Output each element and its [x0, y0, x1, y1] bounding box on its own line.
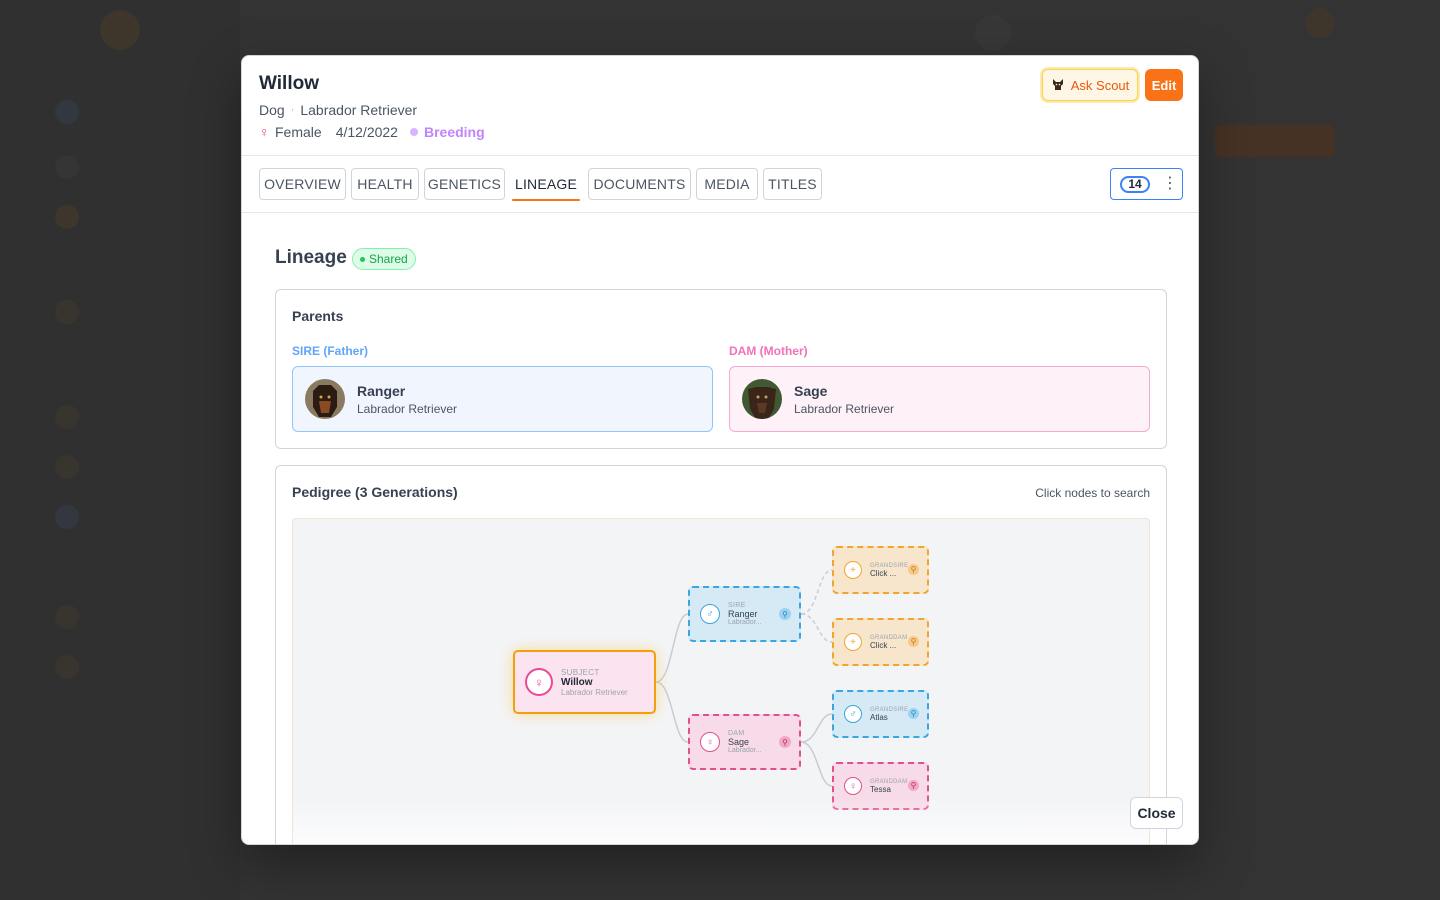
tabs-bar: OVERVIEW HEALTH GENETICS LINEAGE DOCUMEN… — [242, 156, 1198, 213]
pedigree-node-grandsire-unknown[interactable]: + GRANDSIRE Click ... ⚲ — [832, 546, 929, 594]
status-label: Breeding — [423, 124, 485, 140]
pedigree-node-granddam-unknown[interactable]: + GRANDDAM Click ... ⚲ — [832, 618, 929, 666]
dog-photo-icon — [742, 379, 782, 419]
edit-button[interactable]: Edit — [1145, 69, 1183, 101]
parents-title: Parents — [292, 308, 344, 324]
dam-card[interactable]: Sage Labrador Retriever — [729, 366, 1150, 432]
count-badge: 14 — [1120, 175, 1150, 193]
pet-birth-date: 4/12/2022 — [335, 124, 398, 140]
dam-name: Sage — [794, 382, 828, 399]
node-name: Willow — [561, 676, 593, 688]
pedigree-hint: Click nodes to search — [1035, 486, 1150, 500]
tab-documents[interactable]: DOCUMENTS — [588, 168, 691, 200]
pet-species: Dog — [259, 102, 285, 118]
dam-breed: Labrador Retriever — [794, 401, 895, 416]
node-name: Tessa — [870, 784, 891, 794]
ask-scout-button[interactable]: Ask Scout — [1042, 69, 1138, 101]
pedigree-node-dam[interactable]: ♀ DAM Sage Labrador... ⚲ — [688, 714, 801, 770]
shared-label: Shared — [369, 252, 408, 266]
male-icon: ♂ — [700, 604, 720, 624]
pet-species-breed: Dog · Labrador Retriever — [259, 102, 417, 118]
pet-detail-modal: Willow Dog · Labrador Retriever ♀ Female… — [241, 55, 1199, 845]
tab-media[interactable]: MEDIA — [696, 168, 758, 200]
shared-badge: Shared — [352, 248, 416, 270]
meta-separator-icon: · — [290, 104, 295, 116]
node-name: Ranger — [728, 609, 758, 619]
node-name: Atlas — [870, 712, 888, 722]
add-icon: + — [844, 633, 862, 651]
dog-icon — [1052, 79, 1063, 90]
female-icon: ♀ — [700, 732, 720, 752]
pedigree-node-grandsire-atlas[interactable]: ♂ GRANDSIRE Atlas ⚲ — [832, 690, 929, 738]
tab-health[interactable]: HEALTH — [351, 168, 419, 200]
tab-titles[interactable]: TITLES — [763, 168, 822, 200]
shared-dot-icon — [360, 256, 365, 262]
male-icon: ♂ — [844, 705, 862, 723]
node-breed: Labrador... — [728, 619, 762, 626]
dog-photo-icon — [305, 379, 345, 419]
tab-overview[interactable]: OVERVIEW — [259, 168, 346, 200]
node-label: GRANDSIRE — [870, 706, 909, 713]
search-icon[interactable]: ⚲ — [908, 708, 919, 719]
node-label: SUBJECT — [561, 667, 600, 677]
pedigree-node-sire[interactable]: ♂ SIRE Ranger Labrador... ⚲ — [688, 586, 801, 642]
sire-name: Ranger — [357, 382, 406, 399]
node-label: GRANDDAM — [870, 634, 908, 641]
node-name: Click ... — [870, 640, 897, 650]
pedigree-card: Pedigree (3 Generations) Click nodes to … — [275, 465, 1167, 844]
node-label: GRANDDAM — [870, 778, 908, 785]
status-badge: Breeding — [409, 124, 485, 140]
pet-name: Willow — [259, 73, 319, 94]
node-label: GRANDSIRE — [870, 562, 909, 569]
search-icon[interactable]: ⚲ — [779, 608, 791, 620]
search-icon[interactable]: ⚲ — [779, 736, 791, 748]
tab-genetics[interactable]: GENETICS — [424, 168, 505, 200]
add-icon: + — [844, 561, 862, 579]
node-label: SIRE — [728, 602, 746, 609]
kebab-menu-icon: ⋮ — [1162, 175, 1178, 192]
female-icon: ♀ — [259, 124, 270, 140]
ask-scout-label: Ask Scout — [1070, 77, 1130, 93]
dam-label: DAM (Mother) — [729, 344, 808, 358]
node-name: Sage — [728, 737, 750, 747]
pedigree-node-subject[interactable]: ♀ SUBJECT Willow Labrador Retriever — [513, 650, 656, 714]
female-icon: ♀ — [844, 777, 862, 795]
node-name: Click ... — [870, 568, 897, 578]
tab-lineage[interactable]: LINEAGE — [512, 168, 580, 201]
node-breed: Labrador... — [728, 747, 762, 754]
dam-avatar — [742, 379, 782, 419]
node-breed: Labrador Retriever — [561, 687, 628, 697]
sire-breed: Labrador Retriever — [357, 401, 458, 416]
search-icon[interactable]: ⚲ — [908, 780, 919, 791]
more-menu-button[interactable]: 14 ⋮ — [1110, 168, 1183, 200]
pet-breed: Labrador Retriever — [300, 102, 418, 118]
status-dot-icon — [409, 128, 418, 136]
pet-gender: Female — [275, 124, 322, 140]
close-button[interactable]: Close — [1130, 797, 1183, 829]
pet-details: ♀ Female 4/12/2022 Breeding — [259, 124, 485, 140]
parents-card: Parents SIRE (Father) DAM (Mother) Range… — [275, 289, 1167, 449]
pedigree-title: Pedigree (3 Generations) — [292, 484, 458, 500]
sire-avatar — [305, 379, 345, 419]
lineage-panel: Lineage Shared Parents SIRE (Father) DAM… — [242, 214, 1198, 844]
pedigree-node-granddam-tessa[interactable]: ♀ GRANDDAM Tessa ⚲ — [832, 762, 929, 810]
pedigree-tree[interactable]: ♀ SUBJECT Willow Labrador Retriever ♂ SI… — [292, 518, 1150, 844]
sire-card[interactable]: Ranger Labrador Retriever — [292, 366, 713, 432]
search-icon[interactable]: ⚲ — [908, 564, 919, 575]
node-label: DAM — [728, 730, 745, 737]
sire-label: SIRE (Father) — [292, 344, 369, 358]
pedigree-connectors — [655, 569, 833, 787]
female-icon: ♀ — [525, 668, 553, 696]
section-title: Lineage — [275, 247, 347, 268]
modal-header: Willow Dog · Labrador Retriever ♀ Female… — [242, 56, 1198, 156]
search-icon[interactable]: ⚲ — [908, 636, 919, 647]
